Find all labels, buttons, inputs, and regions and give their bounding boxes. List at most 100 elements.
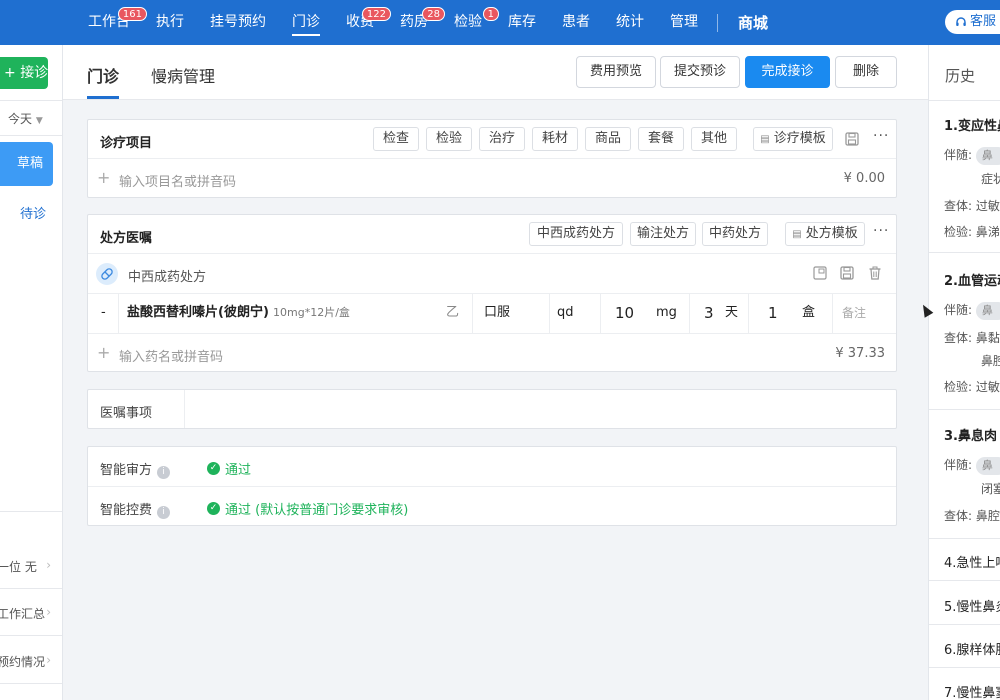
- left-link-summary[interactable]: 工作汇总 ›: [0, 605, 57, 622]
- package-button[interactable]: 套餐: [638, 127, 684, 151]
- smart-fee-label: 智能控费 i: [100, 499, 171, 519]
- info-icon[interactable]: i: [157, 466, 171, 479]
- rx-remark-input[interactable]: 备注: [842, 293, 866, 333]
- divider: [929, 100, 1000, 101]
- rx-days-input[interactable]: 3: [704, 293, 714, 333]
- rx-price: ¥ 37.33: [835, 346, 885, 361]
- draft-tab[interactable]: 草稿: [0, 142, 53, 186]
- divider: [929, 538, 1000, 539]
- left-link-label: 工作汇总: [0, 607, 46, 621]
- history-entry-title[interactable]: 4.急性上呼: [944, 552, 1000, 571]
- orders-input[interactable]: [185, 390, 895, 428]
- more-icon[interactable]: ···: [873, 128, 889, 144]
- left-link-next[interactable]: 一位 无 ›: [0, 558, 57, 575]
- rx-days-unit: 天: [725, 305, 739, 320]
- exam-button[interactable]: 检查: [373, 127, 419, 151]
- treatment-template-button[interactable]: ▤ 诊疗模板: [753, 127, 833, 151]
- therapy-button[interactable]: 治疗: [479, 127, 525, 151]
- rx-usage-select[interactable]: 口服: [484, 293, 510, 333]
- nav-item-label: 统计: [616, 14, 644, 30]
- lab-button[interactable]: 检验: [426, 127, 472, 151]
- trash-icon[interactable]: [868, 266, 882, 280]
- history-entry-title[interactable]: 3.鼻息肉: [944, 425, 997, 444]
- save-icon[interactable]: [845, 132, 859, 146]
- delete-button[interactable]: 删除: [835, 56, 897, 88]
- treatment-search-input[interactable]: 输入项目名或拼音码: [119, 171, 236, 190]
- rx-qty-input[interactable]: 1: [768, 293, 778, 333]
- date-filter[interactable]: 今天 ▼: [8, 110, 43, 127]
- tab-chronic[interactable]: 慢病管理: [151, 63, 215, 87]
- history-line: 查体: 鼻黏: [944, 329, 1000, 346]
- prescription-title: 处方医嘱: [100, 231, 153, 246]
- rx-row-index: -: [101, 305, 106, 320]
- more-icon[interactable]: ···: [873, 223, 889, 239]
- infusion-rx-button[interactable]: 输注处方: [630, 222, 696, 246]
- rx-sub-title: 中西成药处方: [128, 270, 207, 285]
- jiezhen-button[interactable]: + 接诊: [0, 57, 48, 89]
- divider: [0, 135, 62, 136]
- history-entry-title[interactable]: 7.慢性鼻窦: [944, 682, 1000, 700]
- template-icon: ▤: [792, 229, 802, 240]
- drug-search-input[interactable]: 输入药名或拼音码: [119, 346, 223, 365]
- tab-outpatient[interactable]: 门诊: [87, 63, 119, 87]
- nav-item[interactable]: 管理: [657, 0, 711, 45]
- nav-item-label: 执行: [156, 14, 184, 30]
- history-entry-title[interactable]: 2.血管运动: [944, 270, 1000, 289]
- rx-qty-unit[interactable]: 盒: [802, 293, 815, 333]
- nav-item[interactable]: 执行: [143, 0, 197, 45]
- treatment-title: 诊疗项目: [100, 136, 153, 151]
- nav-item[interactable]: 统计: [603, 0, 657, 45]
- nav-item-label: 挂号预约: [210, 14, 266, 30]
- history-entry-title[interactable]: 1.变应性鼻: [944, 115, 1000, 134]
- save-icon[interactable]: [840, 266, 854, 280]
- history-entry-title[interactable]: 5.慢性鼻炎: [944, 596, 1000, 615]
- divider: [88, 333, 896, 334]
- complete-consultation-button[interactable]: 完成接诊: [745, 56, 830, 88]
- template-icon: ▤: [760, 134, 770, 145]
- nav-item[interactable]: 药房 28: [387, 0, 445, 45]
- nav-item[interactable]: 库存: [495, 0, 549, 45]
- nav-item[interactable]: 工作台 161: [75, 0, 147, 45]
- history-line-value: 过敏: [975, 199, 1000, 213]
- other-button[interactable]: 其他: [691, 127, 737, 151]
- history-line: 检验: 鼻涕: [944, 223, 1000, 240]
- goods-button[interactable]: 商品: [585, 127, 631, 151]
- history-line: 伴随: 鼻: [944, 146, 1000, 165]
- history-line: 症状: [981, 172, 1000, 186]
- rx-dose-input[interactable]: 10: [615, 293, 634, 333]
- rx-template-button[interactable]: ▤ 处方模板: [785, 222, 865, 246]
- orders-label: 医嘱事项: [100, 406, 153, 421]
- nav-item[interactable]: 收费 122: [333, 0, 391, 45]
- submit-prediagnosis-button[interactable]: 提交预诊: [660, 56, 740, 88]
- rx-drug-name: 盐酸西替利嗪片(彼朗宁): [127, 305, 269, 320]
- consumables-button[interactable]: 耗材: [532, 127, 578, 151]
- divider: [88, 486, 896, 487]
- main-header: 门诊 慢病管理 费用预览 提交预诊 完成接诊 删除: [63, 45, 928, 100]
- check-circle-icon: ✓: [207, 502, 220, 515]
- fee-preview-button[interactable]: 费用预览: [576, 56, 656, 88]
- left-link-appointment[interactable]: 预约情况 ›: [0, 653, 57, 670]
- western-rx-button[interactable]: 中西成药处方: [529, 222, 623, 246]
- customer-service-button[interactable]: 客服: [944, 10, 1000, 34]
- nav-item[interactable]: 检验 1: [441, 0, 499, 45]
- pending-tab[interactable]: 待诊: [20, 203, 46, 222]
- nav-item[interactable]: 门诊: [279, 0, 333, 45]
- smart-fee-text: 智能控费: [100, 503, 153, 518]
- prescription-slip-icon[interactable]: [813, 266, 827, 280]
- history-entry-title[interactable]: 6.腺样体肥: [944, 639, 1000, 658]
- rx-dose-unit[interactable]: mg: [656, 293, 677, 333]
- smart-check-card: 智能审方 i ✓ 通过 智能控费 i ✓ 通过 (默认按普通门诊要求审核): [87, 446, 897, 526]
- divider: [0, 683, 62, 684]
- smart-review-label: 智能审方 i: [100, 459, 171, 479]
- tcm-rx-button[interactable]: 中药处方: [702, 222, 768, 246]
- top-nav: 工作台 161 执行 挂号预约 门诊 收费 122 药房 28 检验 1 库存 患者 统计 管理 商城 客服: [0, 0, 1000, 45]
- nav-separator: [717, 13, 718, 32]
- divider: [748, 293, 749, 333]
- nav-item[interactable]: 患者: [549, 0, 603, 45]
- rx-frequency-select[interactable]: qd: [557, 293, 574, 333]
- rx-drug-spec: 10mg*12片/盒: [273, 306, 350, 319]
- nav-item[interactable]: 挂号预约: [197, 0, 279, 45]
- nav-mall[interactable]: 商城: [724, 12, 782, 33]
- rx-drug-cell[interactable]: 盐酸西替利嗪片(彼朗宁) 10mg*12片/盒: [127, 293, 350, 333]
- info-icon[interactable]: i: [157, 506, 171, 519]
